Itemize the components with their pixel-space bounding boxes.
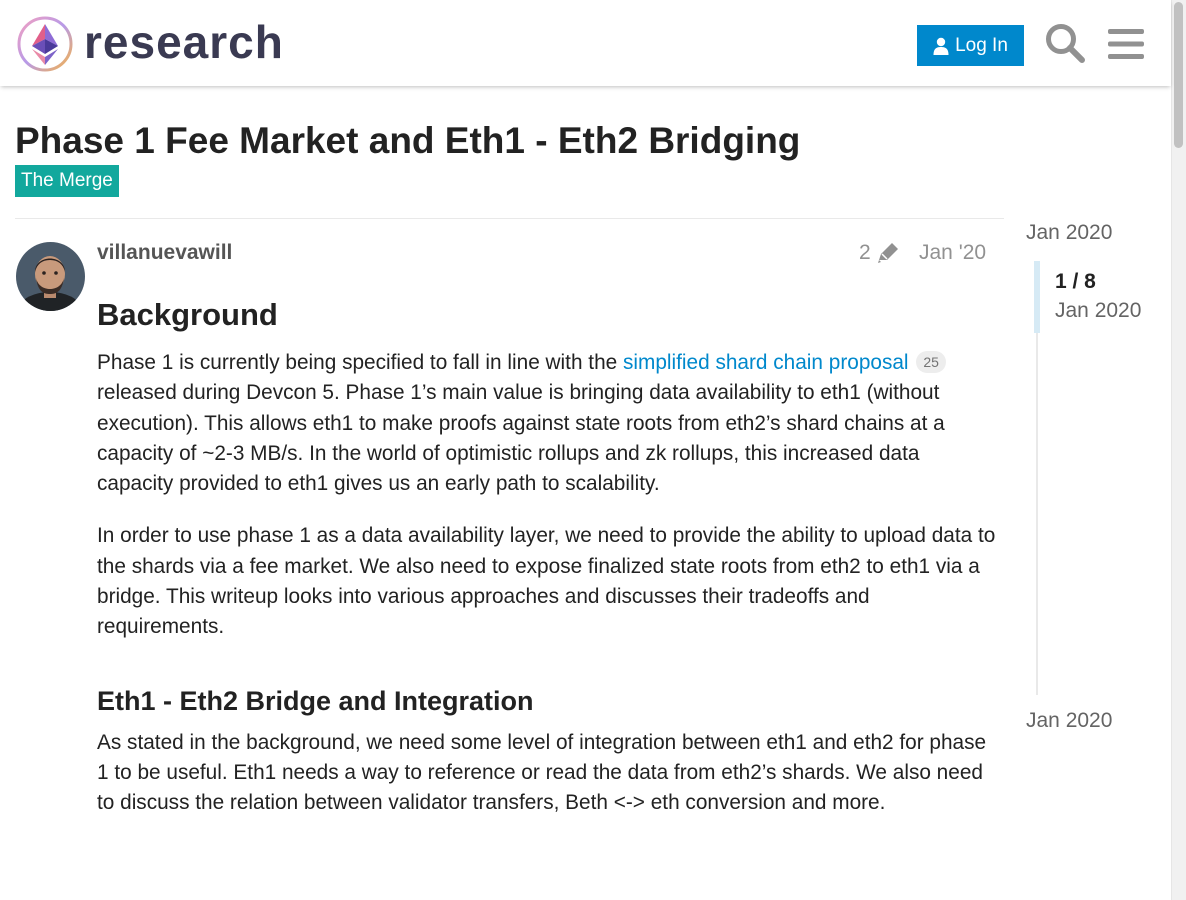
edit-count: 2 <box>859 241 871 264</box>
post-date[interactable]: Jan '20 <box>919 239 986 267</box>
timeline-end-date[interactable]: Jan 2020 <box>1026 707 1112 735</box>
site-header: research Log In <box>0 0 1171 86</box>
user-avatar-icon <box>16 242 85 311</box>
timeline-handle[interactable] <box>1034 261 1040 333</box>
heading-bridge: Eth1 - Eth2 Bridge and Integration <box>97 685 534 716</box>
search-icon[interactable] <box>1044 22 1086 64</box>
avatar[interactable] <box>16 242 85 311</box>
research-logo-icon <box>17 16 73 72</box>
site-logo-text: research <box>84 16 284 68</box>
timeline-position-date: Jan 2020 <box>1055 299 1142 322</box>
post-username[interactable]: villanuevawill <box>97 239 232 267</box>
post-edit-history[interactable]: 2 <box>859 239 901 267</box>
post-paragraph-1: Phase 1 is currently being specified to … <box>97 348 997 499</box>
timeline-position: 1 / 8 <box>1055 270 1096 293</box>
login-button[interactable]: Log In <box>917 25 1024 66</box>
category-badge[interactable]: The Merge <box>15 165 119 197</box>
post-body: Background Phase 1 is currently being sp… <box>97 290 997 819</box>
user-icon <box>933 37 949 55</box>
post-paragraph-3: As stated in the background, we need som… <box>97 730 987 815</box>
login-button-label: Log In <box>955 34 1008 56</box>
p1-text-start: Phase 1 is currently being specified to … <box>97 351 623 374</box>
title-divider <box>15 218 1004 219</box>
heading-background: Background <box>97 297 278 332</box>
pencil-icon <box>877 243 898 263</box>
timeline-start-date[interactable]: Jan 2020 <box>1026 219 1112 247</box>
scrollbar-thumb[interactable] <box>1174 2 1183 148</box>
p1-text-end: released during Devcon 5. Phase 1’s main… <box>97 381 945 496</box>
post-paragraph-2: In order to use phase 1 as a data availa… <box>97 524 996 639</box>
hamburger-menu-icon[interactable] <box>1106 24 1146 64</box>
topic-title[interactable]: Phase 1 Fee Market and Eth1 - Eth2 Bridg… <box>15 118 800 164</box>
link-click-count: 25 <box>916 351 946 373</box>
shard-chain-proposal-link[interactable]: simplified shard chain proposal <box>623 351 909 374</box>
